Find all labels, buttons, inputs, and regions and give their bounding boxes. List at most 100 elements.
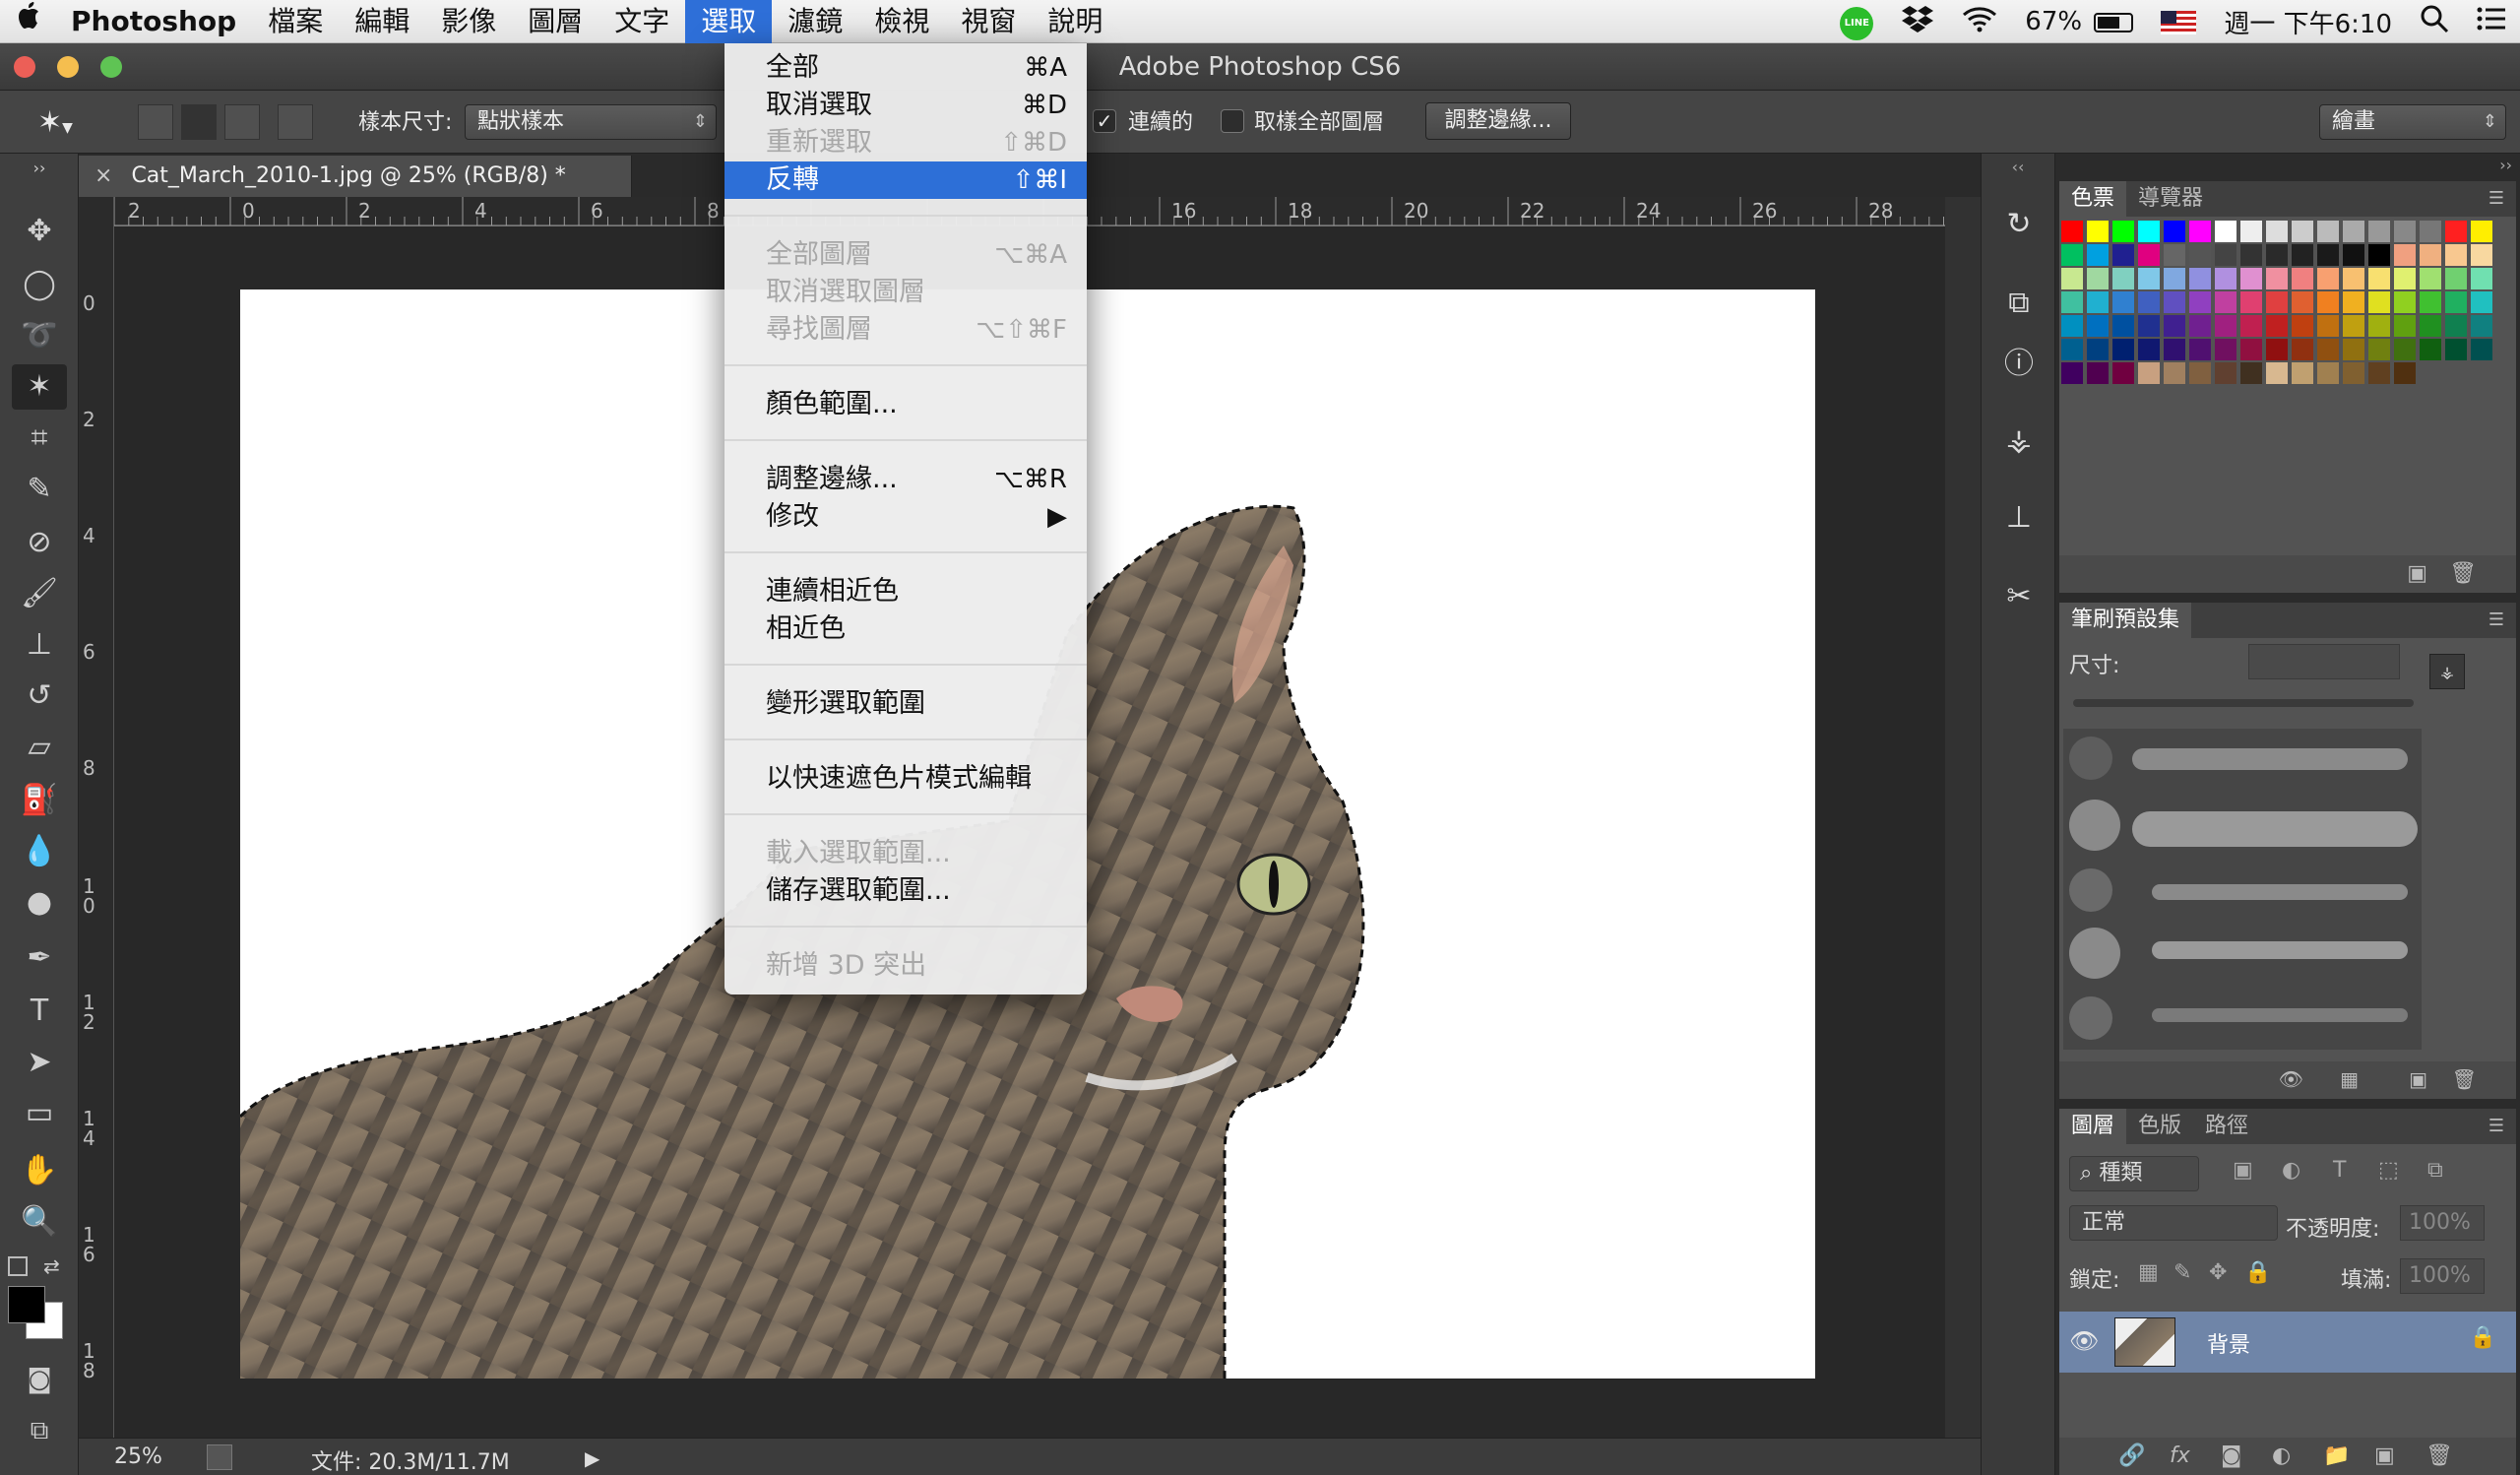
filter-smart-object-icon[interactable]: ⧉ <box>2427 1158 2443 1183</box>
magic-wand-tool-icon[interactable]: ✶ <box>12 364 67 410</box>
collapse-panels-icon[interactable]: ›› <box>2499 156 2512 174</box>
foreground-color-swatch[interactable] <box>8 1286 45 1323</box>
eraser-tool-icon[interactable]: ▱ <box>12 725 67 770</box>
app-menu[interactable]: Photoshop <box>59 0 252 43</box>
swap-colors-icon[interactable]: ⇄ <box>43 1254 60 1278</box>
filter-adjustment-icon[interactable]: ◐ <box>2282 1158 2300 1183</box>
brush-preview-list[interactable] <box>2063 729 2422 1050</box>
filter-pixel-icon[interactable]: ▣ <box>2233 1158 2253 1183</box>
healing-brush-tool-icon[interactable]: ⊘ <box>12 520 67 565</box>
menu-file[interactable]: 檔案 <box>252 0 339 43</box>
lock-transparent-icon[interactable]: ▦ <box>2138 1260 2159 1285</box>
menu-item-modify[interactable]: 修改 ▶ <box>724 498 1087 536</box>
delete-brush-icon[interactable]: 🗑 <box>2452 1067 2477 1091</box>
path-selection-tool-icon[interactable]: ➤ <box>12 1040 67 1085</box>
paint-bucket-tool-icon[interactable]: ⛽ <box>12 778 67 823</box>
panel-menu-icon[interactable]: ☰ <box>2477 603 2516 638</box>
menu-view[interactable]: 檢視 <box>858 0 945 43</box>
status-menu-arrow-icon[interactable]: ▶ <box>585 1446 599 1470</box>
add-mask-icon[interactable]: ◙ <box>2221 1443 2241 1468</box>
subtract-selection-mode-button[interactable] <box>224 104 260 140</box>
menu-item-quick-mask[interactable]: 以快速遮色片模式編輯 <box>724 760 1087 798</box>
magic-wand-preset-icon[interactable]: ✶▼ <box>37 106 73 140</box>
history-brush-tool-icon[interactable]: ↺ <box>12 673 67 719</box>
layer-filter-select[interactable]: ⌕ 種類 <box>2069 1156 2199 1191</box>
screen-mode-icon[interactable]: ⧉ <box>12 1408 67 1453</box>
new-swatch-icon[interactable]: ▣ <box>2407 561 2427 586</box>
info-panel-icon[interactable]: ⓘ <box>1997 343 2041 386</box>
menu-item-save-selection[interactable]: 儲存選取範圍... <box>724 872 1087 910</box>
menu-window[interactable]: 視窗 <box>945 0 1032 43</box>
collapse-dock-icon[interactable]: ‹‹ <box>1982 158 2054 176</box>
menu-item-grow[interactable]: 連續相近色 <box>724 573 1087 610</box>
menu-edit[interactable]: 編輯 <box>339 0 425 43</box>
sample-size-select[interactable]: 點狀樣本 <box>465 104 717 140</box>
close-tab-icon[interactable]: × <box>94 163 112 188</box>
toggle-brush-view-icon[interactable]: 👁 <box>2279 1067 2303 1091</box>
menu-image[interactable]: 影像 <box>425 0 512 43</box>
brush-panel-icon[interactable]: ▦ <box>2340 1067 2359 1091</box>
tool-presets-panel-icon[interactable]: ✂ <box>1997 575 2041 618</box>
crop-tool-icon[interactable]: ⌗ <box>12 416 67 461</box>
sample-all-layers-checkbox[interactable] <box>1221 109 1244 133</box>
clone-source-panel-icon[interactable]: ⊥ <box>1997 496 2041 540</box>
contiguous-checkbox[interactable]: ✓ <box>1093 109 1116 133</box>
menu-select[interactable]: 選取 <box>685 0 773 43</box>
dropbox-icon[interactable] <box>1887 4 1948 40</box>
document-tab[interactable]: × Cat_March_2010-1.jpg @ 25% (RGB/8) * <box>79 156 632 197</box>
create-brush-icon[interactable]: ⚶ <box>2429 654 2465 689</box>
fill-input[interactable]: 100% <box>2400 1258 2485 1294</box>
brush-tool-icon[interactable]: 🖌 <box>12 571 67 616</box>
menu-item-deselect[interactable]: 取消選取 ⌘D <box>724 87 1087 124</box>
panel-menu-icon[interactable]: ☰ <box>2477 1109 2516 1144</box>
filter-type-icon[interactable]: T <box>2333 1158 2346 1183</box>
delete-swatch-icon[interactable]: 🗑 <box>2449 561 2477 586</box>
menu-type[interactable]: 文字 <box>598 0 685 43</box>
clone-stamp-tool-icon[interactable]: ⊥ <box>12 622 67 668</box>
menu-item-color-range[interactable]: 顏色範圍... <box>724 386 1087 423</box>
lock-all-icon[interactable]: 🔒 <box>2244 1260 2271 1285</box>
pen-tool-icon[interactable]: ✒ <box>12 935 67 981</box>
brush-panel-icon[interactable]: ⚶ <box>1997 419 2041 463</box>
delete-layer-icon[interactable]: 🗑 <box>2426 1443 2453 1468</box>
wifi-icon[interactable] <box>1948 5 2011 39</box>
layer-visibility-eye-icon[interactable]: 👁 <box>2069 1327 2099 1355</box>
move-tool-icon[interactable]: ✥ <box>12 209 67 254</box>
link-layers-icon[interactable]: 🔗 <box>2118 1443 2145 1468</box>
layer-row-background[interactable]: 👁 背景 🔒 <box>2059 1312 2516 1373</box>
type-tool-icon[interactable]: T <box>12 989 67 1034</box>
menu-item-transform-selection[interactable]: 變形選取範圍 <box>724 685 1087 723</box>
battery-status[interactable]: 67% <box>2011 7 2147 36</box>
history-panel-icon[interactable]: ↻ <box>1997 203 2041 246</box>
tab-layers[interactable]: 圖層 <box>2059 1109 2127 1144</box>
clock[interactable]: 週一 下午6:10 <box>2210 4 2406 40</box>
tab-navigator[interactable]: 導覽器 <box>2126 181 2215 217</box>
quick-mask-icon[interactable]: ◙ <box>12 1357 67 1402</box>
menu-item-inverse[interactable]: 反轉 ⇧⌘I <box>724 161 1087 199</box>
status-info-icon[interactable] <box>207 1444 232 1470</box>
rectangle-tool-icon[interactable]: ▭ <box>12 1091 67 1136</box>
new-group-icon[interactable]: 📁 <box>2323 1443 2350 1468</box>
default-colors-icon[interactable] <box>8 1256 28 1276</box>
new-layer-icon[interactable]: ▣ <box>2374 1443 2395 1468</box>
opacity-input[interactable]: 100% <box>2400 1205 2485 1241</box>
menu-filter[interactable]: 濾鏡 <box>772 0 858 43</box>
intersect-selection-mode-button[interactable] <box>278 104 313 140</box>
brush-size-input[interactable] <box>2248 644 2400 679</box>
new-adjustment-layer-icon[interactable]: ◐ <box>2272 1443 2291 1468</box>
lasso-tool-icon[interactable]: ➰ <box>12 313 67 358</box>
lock-position-icon[interactable]: ✥ <box>2209 1260 2227 1285</box>
zoom-tool-icon[interactable]: 🔍 <box>12 1199 67 1245</box>
panel-menu-icon[interactable]: ☰ <box>2477 181 2516 217</box>
lock-pixels-icon[interactable]: ✎ <box>2174 1260 2191 1285</box>
dodge-tool-icon[interactable]: ● <box>12 880 67 926</box>
hand-tool-icon[interactable]: ✋ <box>12 1148 67 1193</box>
notification-center-icon[interactable] <box>2463 6 2520 38</box>
menu-help[interactable]: 說明 <box>1032 0 1118 43</box>
brush-size-slider[interactable] <box>2073 699 2414 707</box>
refine-edge-button[interactable]: 調整邊緣... <box>1425 102 1571 140</box>
tab-paths[interactable]: 路徑 <box>2193 1109 2260 1144</box>
menu-item-similar[interactable]: 相近色 <box>724 610 1087 648</box>
layer-style-fx-icon[interactable]: fx <box>2170 1443 2190 1468</box>
swatch-grid[interactable] <box>2061 221 2514 388</box>
